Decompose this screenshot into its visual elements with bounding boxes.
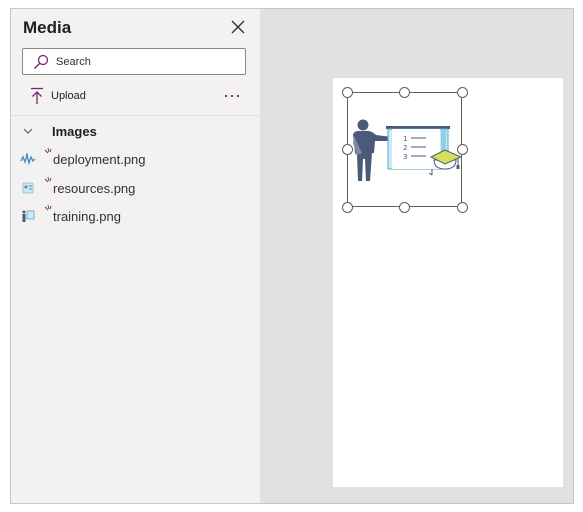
resize-handle-left[interactable] [342,144,353,155]
svg-text:1: 1 [403,135,407,143]
file-item-resources[interactable]: resources.png [17,176,252,201]
chevron-down-icon [23,128,33,134]
resize-handle-bottom-right[interactable] [457,202,468,213]
image-control[interactable]: 1 2 3 [347,92,462,207]
app-window: Media Upload [10,8,574,504]
divider [11,115,260,116]
file-item-training[interactable]: training.png [17,204,252,229]
new-item-icon [44,176,52,183]
upload-label: Upload [51,90,86,102]
search-box[interactable] [22,48,246,75]
svg-text:3: 3 [403,153,407,161]
resize-handle-bottom[interactable] [399,202,410,213]
training-thumbnail-icon [22,210,35,222]
close-icon [231,20,245,34]
file-item-deployment[interactable]: deployment.png [17,147,252,172]
resources-thumbnail-icon [22,182,34,194]
file-name: deployment.png [53,152,146,167]
upload-button[interactable]: Upload [25,86,115,106]
new-item-icon [44,204,52,211]
screen-page[interactable]: 1 2 3 [333,78,563,487]
resize-handle-top-right[interactable] [457,87,468,98]
close-button[interactable] [229,18,247,36]
file-name: resources.png [53,181,136,196]
resize-handle-top-left[interactable] [342,87,353,98]
resize-handle-top[interactable] [399,87,410,98]
more-icon [224,94,240,98]
panel-title: Media [23,18,72,37]
upload-icon [31,87,43,104]
file-name: training.png [53,209,121,224]
media-panel: Media Upload [11,9,261,503]
more-options-button[interactable] [221,87,243,105]
training-presenter-image: 1 2 3 [353,119,461,181]
images-group-label: Images [52,124,97,139]
deployment-thumbnail-icon [20,152,36,166]
search-icon [34,54,49,69]
images-group-header[interactable]: Images [20,121,250,143]
new-item-icon [44,147,52,154]
canvas-area[interactable]: 1 2 3 [261,9,573,503]
search-input[interactable] [56,52,236,71]
resize-handle-bottom-left[interactable] [342,202,353,213]
svg-text:2: 2 [403,144,407,152]
resize-handle-right[interactable] [457,144,468,155]
